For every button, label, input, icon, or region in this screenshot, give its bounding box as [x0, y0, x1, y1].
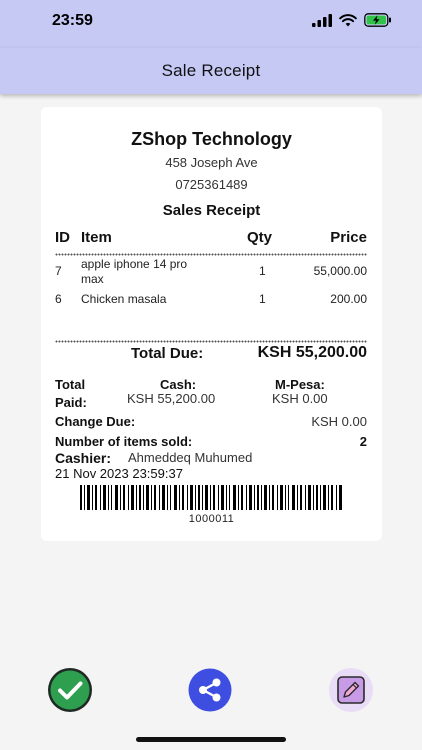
items-sold-value: 2	[359, 434, 367, 449]
battery-charging-icon	[364, 13, 391, 27]
receipt-datetime: 21 Nov 2023 23:59:37	[55, 466, 183, 481]
share-button[interactable]	[182, 667, 238, 713]
receipt-card: ZShop Technology 458 Joseph Ave 07253614…	[41, 107, 382, 541]
shop-phone: 0725361489	[175, 177, 248, 192]
receipt-title: Sales Receipt	[162, 202, 261, 219]
total-paid-label: Total	[55, 377, 86, 392]
total-due-value: KSH 55,200.00	[257, 344, 367, 361]
column-header-price: Price	[330, 229, 367, 246]
total-paid-label-cont: Paid:	[55, 395, 87, 410]
cashier-name: Ahmeddeq Muhumed	[128, 450, 253, 465]
dotted-divider	[55, 253, 367, 256]
shop-name: ZShop Technology	[131, 129, 292, 149]
row-2-id: 6	[55, 292, 62, 306]
change-due-value: KSH 0.00	[311, 414, 367, 429]
mpesa-label: M-Pesa:	[275, 377, 325, 392]
page-title: Sale Receipt	[161, 61, 261, 80]
row-1-qty: 1	[259, 264, 266, 278]
change-due-label: Change Due:	[55, 414, 136, 429]
row-2-item: Chicken masala	[81, 292, 167, 306]
row-1-id: 7	[55, 264, 62, 278]
row-1-item: apple iphone 14 pro	[81, 257, 188, 271]
total-due-label: Total Due:	[131, 345, 204, 362]
cashier-label: Cashier:	[55, 450, 112, 466]
confirm-button[interactable]	[42, 667, 98, 713]
row-2-qty: 1	[259, 292, 266, 306]
signal-icon	[312, 13, 332, 27]
edit-button[interactable]	[323, 667, 379, 713]
items-sold-label: Number of items sold:	[55, 434, 193, 449]
column-header-id: ID	[55, 229, 70, 246]
status-bar: 23:59	[0, 0, 422, 48]
barcode-number: 1000011	[188, 513, 235, 525]
check-icon	[48, 668, 92, 712]
row-2-price: 200.00	[330, 292, 367, 306]
pencil-icon	[329, 668, 373, 712]
share-icon	[188, 668, 232, 712]
app-bar: Sale Receipt	[0, 48, 422, 94]
status-time: 23:59	[52, 12, 93, 29]
shop-address: 458 Joseph Ave	[165, 155, 258, 170]
dotted-divider	[55, 340, 367, 343]
column-header-item: Item	[81, 229, 112, 246]
column-header-qty: Qty	[247, 229, 273, 246]
barcode	[80, 485, 342, 510]
cash-label: Cash:	[160, 377, 197, 392]
row-1-item-cont: max	[81, 272, 104, 286]
status-icons	[312, 13, 392, 27]
wifi-icon	[339, 13, 357, 26]
row-1-price: 55,000.00	[313, 264, 367, 278]
home-indicator	[136, 737, 286, 742]
mpesa-value: KSH 0.00	[272, 391, 328, 406]
cash-value: KSH 55,200.00	[127, 391, 216, 406]
